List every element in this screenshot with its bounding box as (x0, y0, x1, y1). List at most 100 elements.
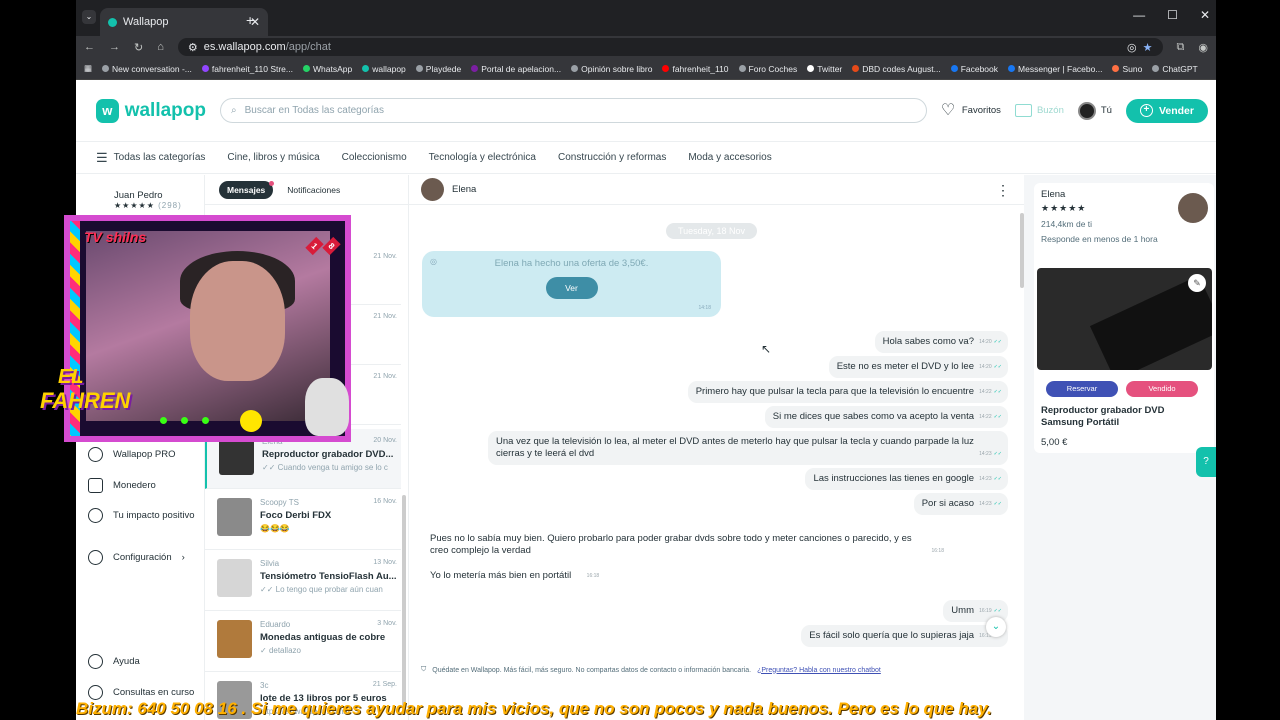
product-price: 5,00 € (1041, 437, 1068, 448)
all-categories-button[interactable]: ☰ Todas las categorías (96, 150, 205, 166)
date-separator: Tuesday, 18 Nov (666, 223, 758, 239)
category-link[interactable]: Coleccionismo (342, 152, 407, 163)
chatbot-link[interactable]: ¿Preguntas? Habla con nuestro chatbot (757, 667, 881, 674)
view-offer-button[interactable]: Ver (545, 277, 598, 299)
sold-button[interactable]: Vendido (1126, 381, 1198, 397)
product-image[interactable]: ✎ (1037, 268, 1212, 370)
user-summary[interactable]: Juan Pedro ★★★★★ (298) (114, 190, 182, 210)
chat-header: Elena (409, 175, 1024, 205)
bookmark[interactable]: WhatsApp (303, 64, 352, 74)
sidebar-item-impact[interactable]: Tu impacto positivo (88, 508, 202, 523)
url-field[interactable]: ⚙ es.wallapop.com/app/chat ◎ ★ (177, 38, 1163, 56)
bookmark[interactable]: Foro Coches (738, 64, 797, 74)
list-item[interactable]: Scoopy TS 16 Nov. Foco Derbi FDX 😂😂😂 (205, 490, 401, 550)
bookmark[interactable]: Facebook (950, 64, 998, 74)
address-bar: ← → ↻ ⌂ ⚙ es.wallapop.com/app/chat ◎ ★ ⧉… (76, 36, 1216, 58)
user-name: Juan Pedro (114, 190, 163, 201)
sidebar-item-settings[interactable]: Configuración › (88, 550, 202, 565)
eye-off-icon[interactable]: ◎ (1127, 41, 1137, 54)
category-link[interactable]: Cine, libros y música (227, 152, 319, 163)
favorites-button[interactable]: ♡ Favoritos (941, 102, 1001, 118)
product-thumbnail (217, 498, 252, 536)
category-link[interactable]: Moda y accesorios (688, 152, 771, 163)
bookmark[interactable]: DBD codes August... (852, 64, 941, 74)
close-window-icon[interactable]: ✕ (1200, 8, 1210, 22)
list-item[interactable]: Silvia 13 Nov. Tensiómetro TensioFlash Au.… (205, 551, 401, 611)
help-chat-button[interactable]: ? (1196, 447, 1216, 477)
bookmark[interactable]: Opinión sobre libro (571, 64, 652, 74)
home-icon[interactable]: ⌂ (157, 41, 164, 53)
bookmark[interactable]: Twitter (807, 64, 842, 74)
bookmark-star-icon[interactable]: ★ (1143, 41, 1153, 54)
back-icon[interactable]: ← (84, 41, 95, 53)
category-link[interactable]: Construcción y reformas (558, 152, 666, 163)
extensions-icon[interactable]: ⧉ (1177, 41, 1185, 54)
globe-icon (88, 508, 103, 523)
bookmark[interactable]: Messenger | Facebo... (1008, 64, 1102, 74)
search-icon: ⌕ (231, 105, 237, 116)
top-nav: w wallapop ⌕ Buscar en Todas las categorí… (76, 80, 1216, 142)
reload-icon[interactable]: ↻ (134, 41, 143, 54)
offer-text: Elena ha hecho una oferta de 3,50€. (494, 258, 649, 269)
unread-dot (269, 180, 275, 186)
avatar[interactable] (421, 178, 444, 201)
seller-name[interactable]: Elena (1041, 189, 1065, 200)
message-outgoing: Es fácil solo quería que lo supieras jaj… (801, 625, 1008, 647)
logo-icon: w (96, 98, 119, 123)
minimize-icon[interactable]: — (1133, 8, 1145, 22)
contact-name[interactable]: Elena (452, 184, 476, 195)
bookmark[interactable]: New conversation -... (102, 64, 192, 74)
profile-icon[interactable]: ◉ (1198, 41, 1208, 54)
message-outgoing: Una vez que la televisión lo lea, al met… (488, 431, 1008, 465)
more-options-icon[interactable]: ⋮ (996, 183, 1010, 197)
chevron-right-icon: › (181, 552, 185, 563)
forward-icon[interactable]: → (109, 41, 120, 53)
safety-notice: ⛉ Quédate en Wallapop. Más fácil, más se… (421, 666, 881, 674)
chat-panel: Elena ⋮ Tuesday, 18 Nov ◎ Elena ha hecho… (409, 175, 1024, 720)
question-icon (88, 685, 103, 700)
bookmark[interactable]: ChatGPT (1152, 64, 1198, 74)
bookmark[interactable]: fahrenheit_110 Stre... (201, 64, 293, 74)
sidebar-item-wallet[interactable]: Monedero (88, 478, 202, 493)
search-input[interactable]: ⌕ Buscar en Todas las categorías (220, 98, 927, 123)
url-path: /app/chat (285, 41, 331, 53)
sidebar-item-pro[interactable]: Wallapop PRO (88, 447, 202, 462)
gear-icon (88, 550, 103, 565)
tv-logo: TV shilns (84, 229, 147, 245)
bookmark[interactable]: Portal de apelacion... (471, 64, 561, 74)
category-link[interactable]: Tecnología y electrónica (429, 152, 536, 163)
tab-notifications[interactable]: Notificaciones (287, 185, 340, 195)
scrollbar[interactable] (402, 495, 406, 715)
avatar[interactable] (1178, 193, 1208, 223)
browser-tab[interactable]: Wallapop ✕ (100, 8, 268, 36)
new-tab-icon[interactable]: + (246, 12, 254, 28)
bookmark[interactable]: fahrenheit_110 (662, 64, 729, 74)
sidebar-item-queries[interactable]: Consultas en curso (88, 685, 202, 700)
scrollbar[interactable] (1020, 213, 1024, 288)
message-outgoing: Este no es meter el DVD y lo lee 14:20 ✓✓ (828, 356, 1008, 378)
list-item[interactable]: Eduardo 3 Nov. Monedas antiguas de cobre ✓ … (205, 612, 401, 672)
inbox-button[interactable]: Buzón (1014, 104, 1064, 117)
wallapop-logo[interactable]: w wallapop (96, 98, 206, 123)
sidebar-item-help[interactable]: Ayuda (88, 654, 202, 669)
sell-button[interactable]: + Vender (1125, 98, 1208, 123)
tab-messages[interactable]: Mensajes (219, 180, 275, 199)
tab-search-icon[interactable]: ⌄ (82, 10, 96, 24)
site-info-icon[interactable]: ⚙ (188, 41, 198, 54)
edit-icon[interactable]: ✎ (1188, 274, 1206, 292)
product-title[interactable]: Reproductor grabador DVD Samsung Portáti… (1041, 405, 1201, 429)
help-icon (88, 654, 103, 669)
tab-bar: ⌄ Wallapop ✕ + — ☐ ✕ (76, 0, 1216, 36)
bookmark[interactable]: wallapop (362, 64, 406, 74)
scroll-down-button[interactable]: ⌄ (986, 617, 1006, 637)
bookmark[interactable]: Suno (1112, 64, 1142, 74)
pro-badge-icon (88, 447, 103, 462)
reserve-button[interactable]: Reservar (1046, 381, 1118, 397)
maximize-icon[interactable]: ☐ (1167, 8, 1178, 22)
product-thumbnail (217, 620, 252, 658)
bookmark[interactable]: Playdede (415, 64, 461, 74)
message-outgoing: Hola sabes como va? 14:20 ✓✓ (874, 331, 1008, 353)
profile-button[interactable]: Tú (1077, 101, 1112, 120)
offer-card: ◎ Elena ha hecho una oferta de 3,50€. Ve… (422, 251, 721, 317)
apps-icon[interactable]: ▦ (84, 63, 92, 74)
